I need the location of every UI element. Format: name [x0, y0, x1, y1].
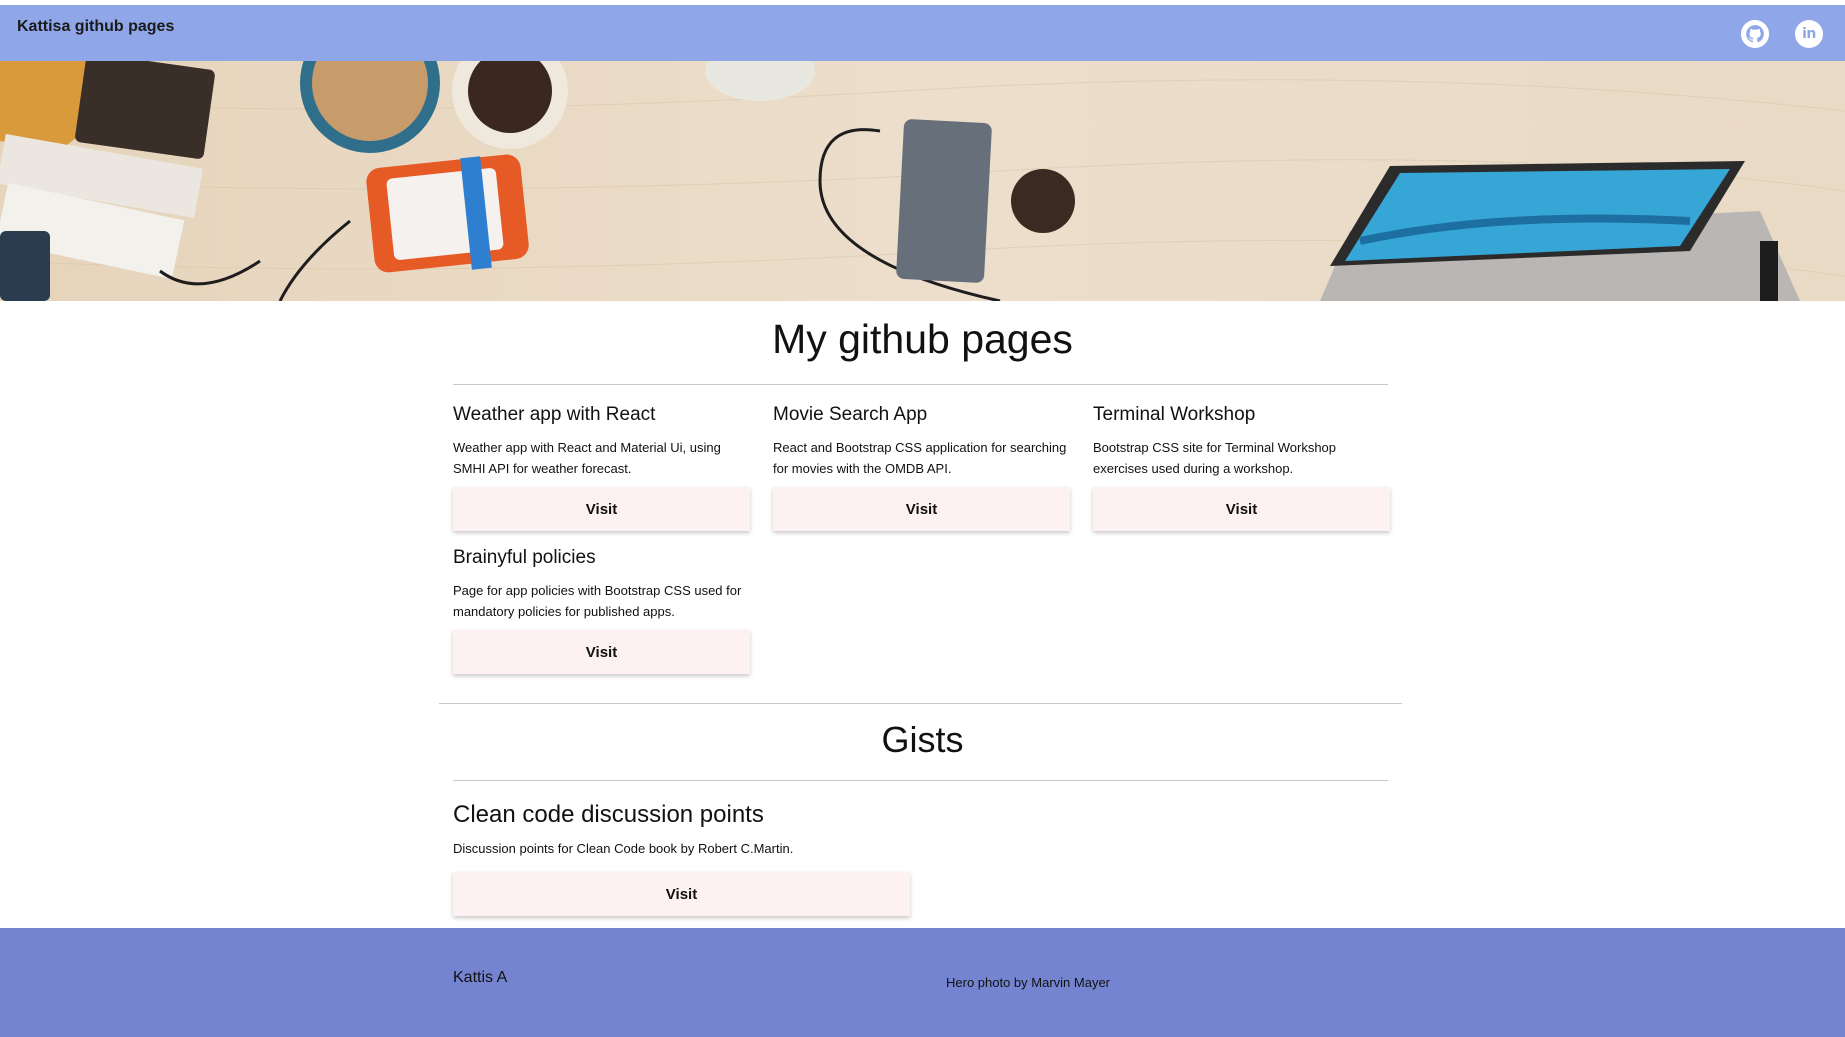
card-description: Weather app with React and Material Ui, …: [453, 440, 721, 476]
card-title: Movie Search App: [773, 404, 928, 425]
page: Kattisa github pages in My github pages …: [0, 0, 1845, 1037]
navbar: Kattisa github pages in: [0, 5, 1845, 61]
card-description: React and Bootstrap CSS application for …: [773, 440, 1067, 476]
gist-visit-button[interactable]: Visit: [453, 872, 910, 916]
card-description: Page for app policies with Bootstrap CSS…: [453, 583, 742, 619]
card-description: Bootstrap CSS site for Terminal Workshop…: [1093, 440, 1337, 476]
visit-button[interactable]: Visit: [1093, 487, 1390, 531]
hero-desk-photo: [0, 61, 1845, 301]
card-title: Terminal Workshop: [1093, 404, 1256, 425]
pages-section-title: My github pages: [772, 316, 1073, 362]
section-divider: [439, 703, 1402, 704]
divider: [453, 384, 1388, 385]
photo-credit-link[interactable]: Hero photo by Marvin Mayer: [946, 975, 1110, 990]
gists-section-title: Gists: [881, 719, 964, 760]
visit-button[interactable]: Visit: [453, 487, 750, 531]
project-card: Brainyful policies Page for app policies…: [453, 548, 750, 622]
footer-author: Kattis A: [453, 969, 508, 986]
card-title: Weather app with React: [453, 404, 656, 425]
gist-description: Discussion points for Clean Code book by…: [453, 841, 794, 856]
visit-button[interactable]: Visit: [773, 487, 1070, 531]
gist-title: Clean code discussion points: [453, 801, 764, 828]
github-icon[interactable]: [1741, 20, 1769, 48]
project-card: Terminal Workshop Bootstrap CSS site for…: [1093, 405, 1390, 479]
card-title: Brainyful policies: [453, 547, 596, 568]
divider: [453, 780, 1388, 781]
linkedin-icon[interactable]: in: [1795, 20, 1823, 48]
hero-image: [0, 61, 1845, 301]
project-card: Weather app with React Weather app with …: [453, 405, 750, 479]
project-card: Movie Search App React and Bootstrap CSS…: [773, 405, 1070, 479]
brand-link[interactable]: Kattisa github pages: [17, 18, 174, 36]
footer: Kattis A Hero photo by Marvin Mayer: [0, 928, 1845, 1037]
visit-button[interactable]: Visit: [453, 630, 750, 674]
